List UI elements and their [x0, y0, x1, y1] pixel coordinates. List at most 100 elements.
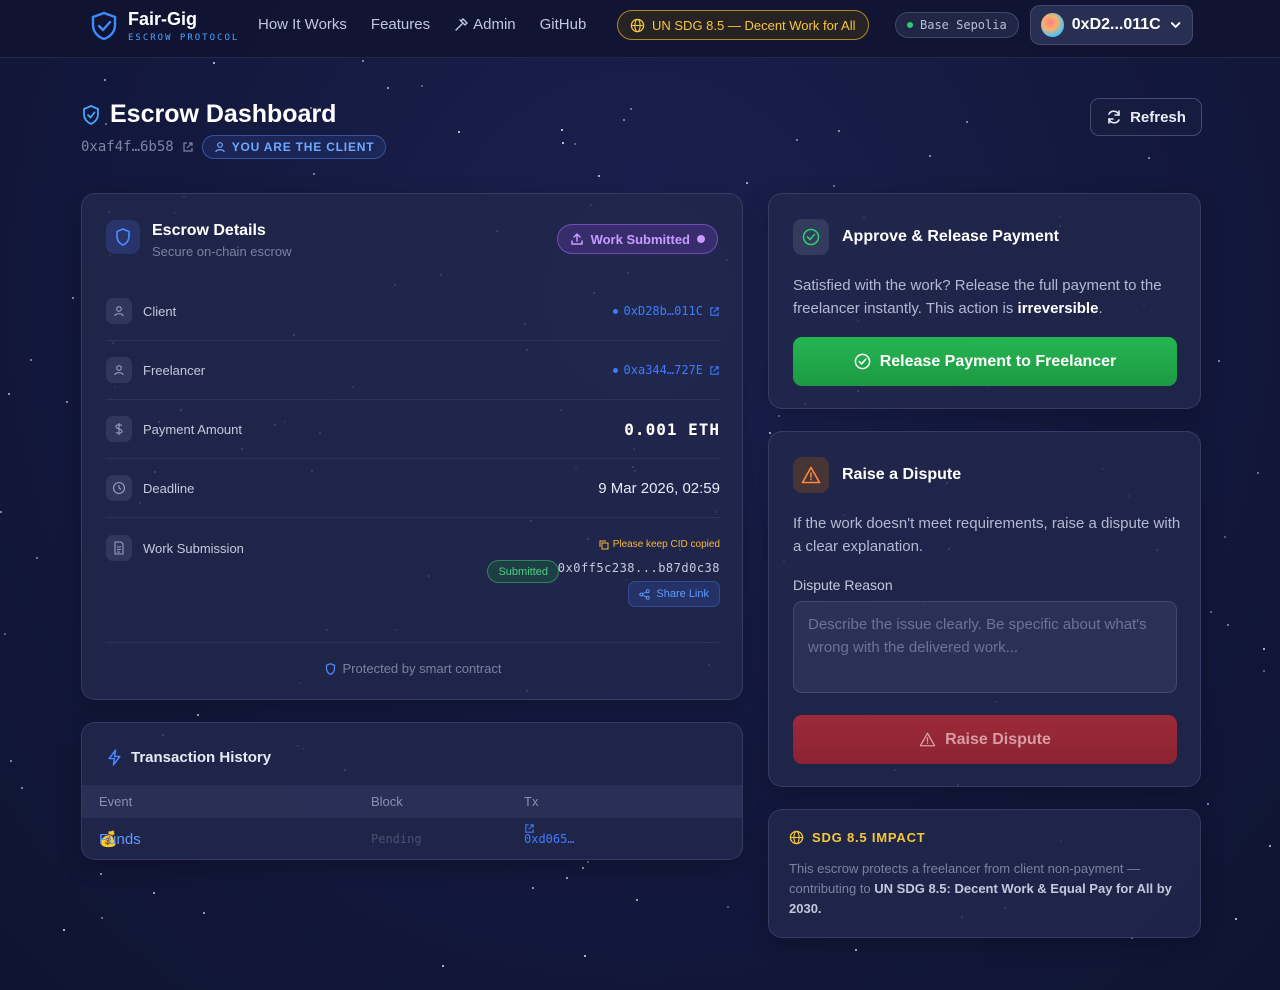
star-dot	[104, 79, 106, 81]
shield-check-icon	[83, 104, 99, 125]
lightning-icon	[108, 749, 121, 766]
history-table-header: Event Block Tx	[82, 785, 742, 818]
star-dot	[532, 887, 534, 889]
star-dot	[1224, 536, 1226, 538]
brand-title: Fair-Gig	[128, 9, 198, 29]
history-title: Transaction History	[107, 749, 271, 766]
amount-value-wrap: 0.001 ETH	[624, 420, 720, 439]
nav-link-features[interactable]: Features	[371, 16, 430, 33]
external-link-icon[interactable]	[709, 365, 720, 376]
star-dot	[1263, 670, 1265, 672]
tx-cell[interactable]: 0xd065…3760	[524, 823, 575, 846]
chevron-down-icon	[1170, 22, 1181, 29]
brand[interactable]: Fair-Gig ESCROW PROTOCOL	[90, 8, 239, 44]
status-label: Work Submitted	[590, 231, 690, 247]
sdg-impact-card: SDG 8.5 IMPACT This escrow protects a fr…	[768, 809, 1201, 938]
submitted-badge: Submitted	[487, 560, 559, 583]
star-dot	[636, 899, 638, 901]
impact-description: This escrow protects a freelancer from c…	[789, 859, 1184, 919]
star-dot	[598, 175, 600, 177]
raise-dispute-card: Raise a Dispute If the work doesn't meet…	[768, 431, 1201, 787]
external-link-icon[interactable]	[709, 306, 720, 317]
approve-header: Approve & Release Payment	[793, 219, 1059, 255]
nav-link-admin-label: Admin	[473, 16, 516, 33]
details-header: Escrow Details Secure on-chain escrow	[106, 220, 291, 259]
freelancer-value[interactable]: 0xa344…727E	[612, 363, 720, 377]
amount-label: Payment Amount	[143, 421, 242, 437]
status-badge: Work Submitted	[556, 224, 718, 254]
event-name: Funds Locked	[99, 831, 141, 848]
deadline-label: Deadline	[143, 480, 195, 496]
star-dot	[1235, 918, 1237, 920]
protected-note: Protected by smart contract	[82, 661, 744, 676]
refresh-icon	[1108, 110, 1120, 124]
external-link-icon[interactable]	[182, 141, 194, 153]
client-row: Client 0xD28b…011C	[106, 282, 720, 341]
sdg-pill[interactable]: UN SDG 8.5 — Decent Work for All	[617, 10, 869, 40]
escrow-address[interactable]: 0xaf4f…6b58	[81, 139, 174, 155]
star-dot	[582, 867, 584, 869]
col-tx: Tx	[524, 794, 539, 809]
star-dot	[100, 873, 102, 875]
details-title: Escrow Details	[152, 222, 266, 239]
check-circle-icon	[854, 353, 871, 370]
raise-dispute-label: Raise Dispute	[945, 730, 1051, 748]
dispute-reason-input[interactable]: Describe the issue clearly. Be specific …	[793, 601, 1177, 693]
release-payment-label: Release Payment to Freelancer	[879, 352, 1117, 370]
col-block: Block	[371, 794, 403, 809]
wallet-button[interactable]: 0xD2...011C	[1030, 5, 1193, 45]
star-dot	[442, 965, 444, 967]
col-event: Event	[99, 794, 133, 809]
star-dot	[197, 714, 199, 716]
share-icon	[639, 588, 651, 600]
nav-link-how-it-works[interactable]: How It Works	[258, 16, 347, 33]
network-pill[interactable]: Base Sepolia	[895, 12, 1019, 38]
approve-release-card: Approve & Release Payment Satisfied with…	[768, 193, 1201, 409]
user-icon	[106, 298, 132, 324]
star-dot	[966, 121, 968, 123]
star-dot	[63, 929, 65, 931]
star-dot	[561, 129, 563, 131]
approve-description: Satisfied with the work? Release the ful…	[793, 274, 1183, 320]
star-dot	[72, 297, 74, 299]
star-dot	[1269, 845, 1271, 847]
raise-dispute-button[interactable]: Raise Dispute	[793, 715, 1177, 764]
star-dot	[313, 173, 315, 175]
cid-value[interactable]: 0x0ff5c238...b87d0c38	[558, 561, 720, 575]
amount-value: 0.001 ETH	[624, 419, 720, 439]
approve-text-end: .	[1098, 300, 1103, 317]
block-cell: Pending	[371, 832, 422, 846]
star-dot	[8, 393, 10, 395]
star-dot	[213, 62, 215, 64]
star-dot	[630, 108, 632, 110]
client-address[interactable]: 0xD28b…011C	[624, 304, 703, 318]
star-dot	[203, 912, 205, 914]
star-dot	[584, 955, 586, 957]
approve-title: Approve & Release Payment	[842, 228, 1059, 245]
refresh-label: Refresh	[1130, 108, 1186, 126]
star-dot	[833, 185, 835, 187]
client-value[interactable]: 0xD28b…011C	[612, 304, 720, 318]
nav-link-admin[interactable]: Admin	[454, 16, 516, 33]
impact-title-text: SDG 8.5 IMPACT	[812, 830, 926, 845]
star-dot	[0, 511, 2, 513]
share-link-button[interactable]: Share Link	[628, 581, 720, 607]
network-name: Base Sepolia	[920, 18, 1007, 32]
hammer-icon	[455, 17, 469, 31]
refresh-button[interactable]: Refresh	[1090, 98, 1202, 136]
star-dot	[1148, 157, 1150, 159]
page-title: Escrow Dashboard	[110, 100, 337, 128]
star-dot	[1227, 624, 1229, 626]
star-dot	[1210, 611, 1212, 613]
shield-logo-icon	[91, 11, 117, 41]
user-icon	[106, 357, 132, 383]
dispute-header: Raise a Dispute	[793, 457, 961, 493]
tx-hash[interactable]: 0xd065…3760	[524, 823, 575, 859]
shield-icon	[325, 662, 335, 675]
freelancer-address[interactable]: 0xa344…727E	[624, 363, 703, 377]
nav-links: How It Works Features Admin GitHub	[258, 16, 586, 33]
star-dot	[10, 760, 12, 762]
release-payment-button[interactable]: Release Payment to Freelancer	[793, 337, 1177, 386]
nav-link-github[interactable]: GitHub	[540, 16, 587, 33]
address-dot	[612, 367, 618, 373]
